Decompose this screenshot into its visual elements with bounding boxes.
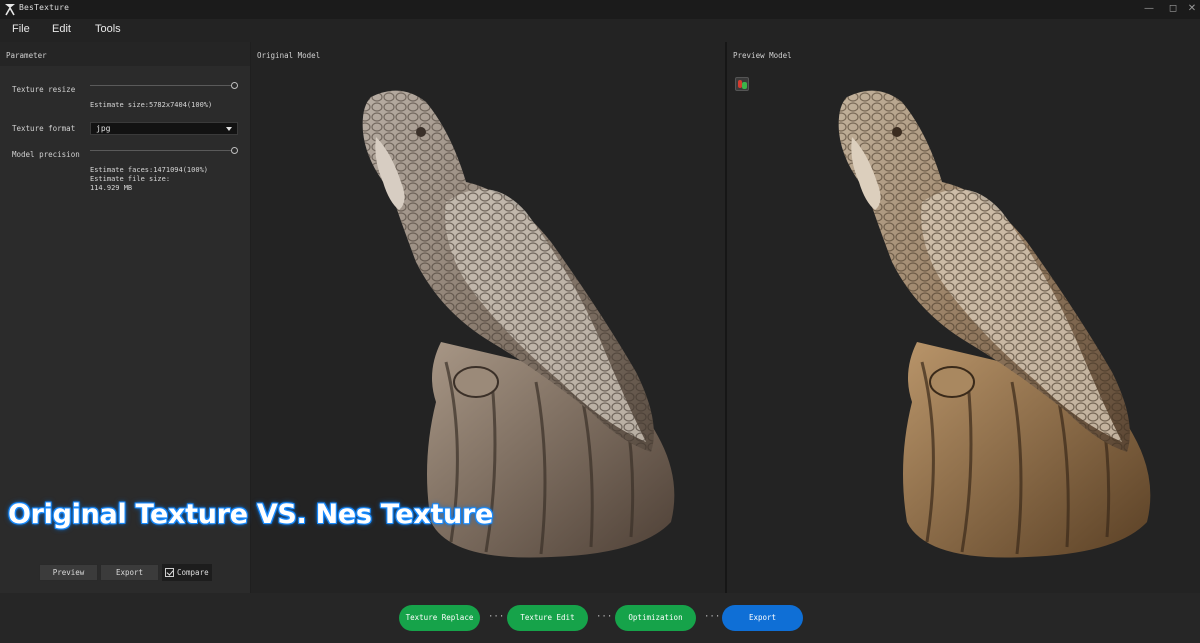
slider-track: [90, 150, 234, 151]
chevron-down-icon: [226, 127, 232, 131]
workflow-bar: Texture Replace ··· Texture Edit ··· Opt…: [0, 593, 1200, 643]
texture-format-select[interactable]: jpg: [90, 122, 238, 135]
step-separator: ···: [488, 612, 505, 622]
texture-edit-button[interactable]: Texture Edit: [507, 605, 588, 631]
maximize-icon[interactable]: ◻: [1166, 2, 1180, 16]
texture-resize-slider[interactable]: [90, 82, 238, 90]
close-icon[interactable]: ✕: [1185, 2, 1199, 16]
texture-format-value: jpg: [96, 124, 111, 133]
texture-resize-label: Texture resize: [12, 85, 76, 94]
texture-format-label: Texture format: [12, 124, 76, 133]
model-precision-slider[interactable]: [90, 147, 238, 155]
parameter-header: Parameter: [0, 42, 250, 66]
app-title: BesTexture: [19, 3, 70, 12]
title-bar: BesTexture — ◻ ✕: [0, 0, 1200, 19]
comparison-caption: Original Texture VS. Nes Texture: [8, 499, 494, 530]
texture-replace-button[interactable]: Texture Replace: [399, 605, 480, 631]
app-logo-icon: [5, 4, 15, 16]
menu-bar: File Edit Tools: [0, 19, 1200, 42]
compare-toggle[interactable]: Compare: [162, 564, 212, 581]
minimize-icon[interactable]: —: [1142, 2, 1156, 16]
export-button[interactable]: Export: [100, 564, 159, 581]
step-separator: ···: [704, 612, 721, 622]
slider-handle[interactable]: [231, 82, 238, 89]
preview-model-render: [838, 90, 1151, 558]
slider-track: [90, 85, 234, 86]
slider-handle[interactable]: [231, 147, 238, 154]
estimate-file-size-value: 114.929 MB: [90, 184, 133, 192]
compare-checkbox[interactable]: [165, 568, 174, 577]
menu-edit[interactable]: Edit: [52, 23, 71, 35]
export-step-button[interactable]: Export: [722, 605, 803, 631]
estimate-size: Estimate size:5782x7404(100%): [90, 101, 213, 109]
menu-file[interactable]: File: [12, 23, 30, 35]
model-precision-label: Model precision: [12, 150, 80, 159]
preview-model-viewport[interactable]: Preview Model: [727, 42, 1200, 593]
preview-button[interactable]: Preview: [39, 564, 98, 581]
compare-label: Compare: [177, 568, 209, 577]
parameter-title: Parameter: [6, 51, 47, 60]
estimate-faces: Estimate faces:1471094(100%): [90, 166, 209, 174]
menu-tools[interactable]: Tools: [95, 23, 121, 35]
optimization-button[interactable]: Optimization: [615, 605, 696, 631]
step-separator: ···: [596, 612, 613, 622]
estimate-file-size-label: Estimate file size:: [90, 175, 171, 183]
